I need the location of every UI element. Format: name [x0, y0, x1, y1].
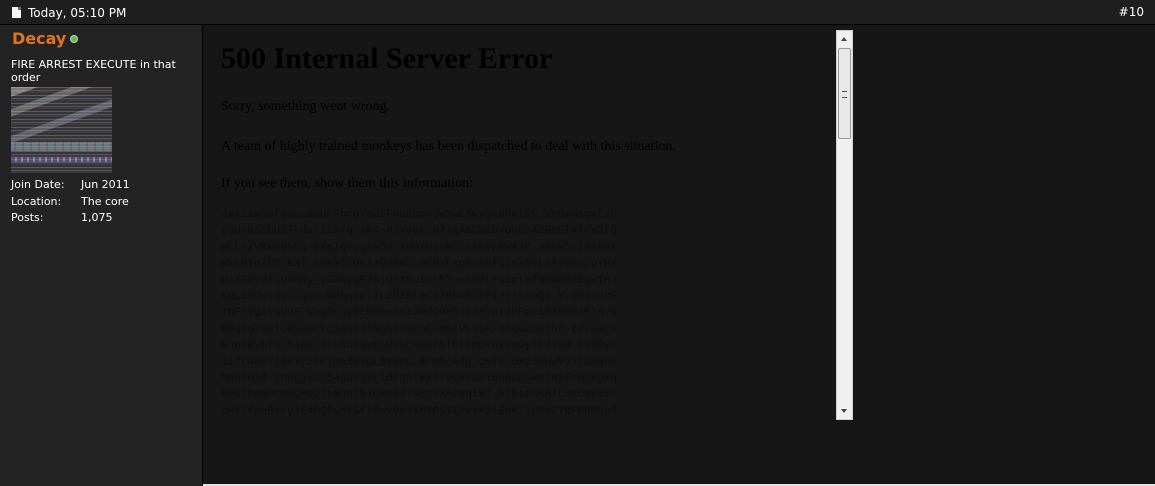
debug-code-line: UxXGBVdflUNMHy_yGWnygGZ6jQ5XNuInL52uesH2…	[221, 274, 618, 287]
embedded-error-frame: 500 Internal Server Error Sorry, somethi…	[203, 30, 836, 420]
debug-code-line: wwLMToIOG_EXT_coKY5nOvizQpNW5_8CMxFxgPzE…	[221, 258, 618, 271]
scroll-up-arrow-icon[interactable]	[837, 31, 852, 47]
posts-value: 1,075	[81, 211, 113, 224]
user-info-sidebar: Decay FIRE ARREST EXECUTE in that order …	[0, 25, 203, 486]
debug-code-line: 11TLwG57j0sYz2fFimaIe5pLSzkRU_0FmGcAJH_D…	[221, 356, 618, 369]
debug-code-line: KgLZ9dw-ov-4gubcWRhq0m-ILZNZ0teC876NeRbF…	[221, 291, 618, 304]
join-date-label: Join Date:	[11, 178, 65, 191]
location-value: The core	[81, 195, 129, 208]
debug-code-line: WBqFgYnaiCBS3SLkd3AgzJINu5EnScmE-M6zVLsS…	[221, 323, 618, 336]
error-title: 500 Internal Server Error	[221, 42, 553, 75]
post-header-bar: Today, 05:10 PM #10	[0, 0, 1155, 25]
iframe-scrollbar[interactable]	[836, 30, 853, 420]
debug-code-line: 0HGtBmahrmWsM9DlzNqh75lURR6JT96n3XA2RqiR…	[221, 389, 618, 402]
debug-code-line: hd02U14-jnHQjvuR54gUVgkr1dFa5l6x279Le4UU…	[221, 373, 618, 386]
error-debug-info: dxAiiwHofgausNDUPPbrgYaU2FNR8boMSWMGEXWy…	[221, 207, 726, 420]
debug-code-line: RhbIBvHf6D5ip2-irk5nXgv0sUN5Uke0f5TDtLMp…	[221, 340, 618, 353]
scroll-thumb[interactable]	[838, 48, 851, 139]
error-message: A team of highly trained monkeys has bee…	[221, 139, 676, 154]
username-link[interactable]: Decay	[12, 29, 66, 48]
online-status-icon	[70, 35, 78, 43]
debug-code-line: TbFr9giVaDuF_VagOrny8EHOeeAnz3mdC9a5ja38…	[221, 307, 618, 320]
avatar[interactable]	[11, 87, 112, 173]
scroll-down-arrow-icon[interactable]	[837, 403, 852, 419]
post-date: Today, 05:10 PM	[28, 6, 127, 20]
debug-code-line: bHY7fpuBxrylE4DQ6wMiSflfmvDx4XM9P5TThvzK…	[221, 405, 618, 418]
document-icon	[12, 7, 21, 18]
location-label: Location:	[11, 195, 62, 208]
post-number-link[interactable]: #10	[1119, 5, 1144, 19]
error-message: If you see them, show them this informat…	[221, 176, 473, 191]
debug-code-line: wCLrZVKWs05Sg-0XgIqVpgjNOu-1HOTUguN2Iceb…	[221, 241, 618, 254]
user-title: FIRE ARREST EXECUTE in that order	[11, 58, 176, 84]
posts-label: Posts:	[11, 211, 44, 224]
debug-code-line: gVUv9scOUaT-dvl1IxYq-jK4-MJVJaK_9JlgASCh…	[221, 225, 618, 238]
error-message: Sorry, something went wrong.	[221, 99, 391, 114]
join-date-value: Jun 2011	[81, 178, 130, 191]
debug-code-line: dxAiiwHofgausNDUPPbrgYaU2FNR8boMSWMGEXWy…	[221, 209, 618, 221]
